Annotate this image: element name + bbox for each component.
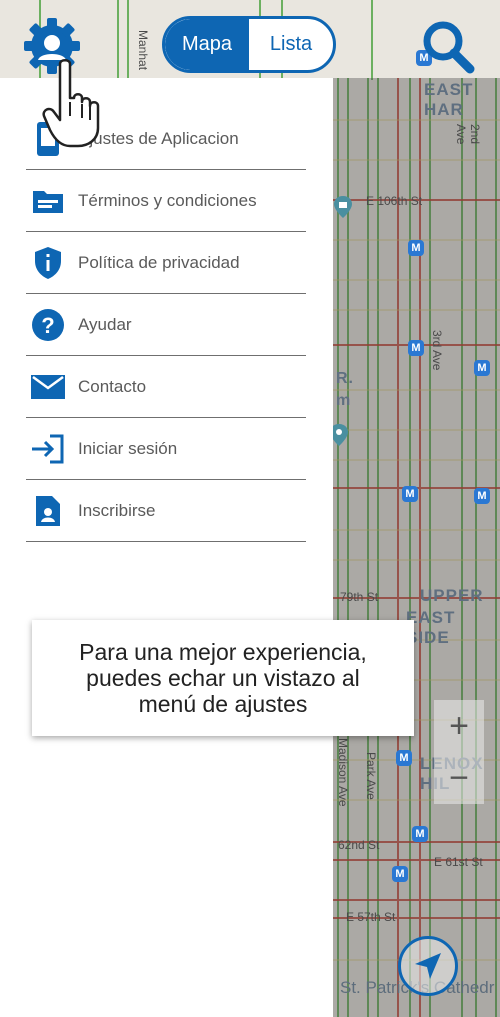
my-location-button[interactable] (398, 936, 458, 996)
map-label-upper: UPPER (420, 586, 484, 605)
search-icon[interactable] (418, 18, 476, 74)
map-label-manhattan: Manhat (136, 30, 150, 71)
menu-item-label: Contacto (78, 376, 147, 396)
menu-item-help[interactable]: ? Ayudar (26, 294, 306, 356)
tooltip-line-2: puedes echar un vistazo al (86, 665, 360, 691)
metro-icon[interactable]: M (402, 486, 418, 502)
metro-icon[interactable]: M (396, 750, 412, 766)
menu-item-privacy[interactable]: Política de privacidad (26, 232, 306, 294)
map-label-79th: 79th St (340, 590, 379, 604)
signup-document-icon (28, 491, 68, 531)
view-toggle[interactable]: Mapa Lista (162, 16, 336, 73)
menu-item-login[interactable]: Iniciar sesión (26, 418, 306, 480)
tooltip-line-1: Para una mejor experiencia, (79, 639, 367, 665)
menu-item-terms[interactable]: Términos y condiciones (26, 170, 306, 232)
museum-pin-icon[interactable] (334, 196, 352, 218)
menu-item-label: Ayudar (78, 314, 132, 334)
metro-icon[interactable]: M (412, 826, 428, 842)
onboarding-tooltip: Para una mejor experiencia, puedes echar… (32, 620, 414, 736)
map-label-3rd-ave: 3rd Ave (430, 330, 444, 371)
map-label-r: R. (336, 370, 354, 387)
map-label-madison: Madison Ave (336, 738, 350, 807)
map-label-62nd: 62nd St (338, 838, 380, 852)
menu-item-contact[interactable]: Contacto (26, 356, 306, 418)
help-circle-icon: ? (28, 305, 68, 345)
toggle-map-button[interactable]: Mapa (165, 19, 249, 70)
metro-icon[interactable]: M (474, 360, 490, 376)
metro-icon[interactable]: M (408, 240, 424, 256)
menu-item-label: Inscribirse (78, 500, 156, 520)
metro-icon[interactable]: M (408, 340, 424, 356)
settings-drawer: Ajustes de Aplicacion Términos y condici… (0, 78, 333, 1017)
map-label-east-harlem: EAST HAR (424, 80, 474, 119)
map-label-e106: E 106th St (366, 194, 423, 208)
map-label-m: m (336, 392, 352, 409)
svg-text:?: ? (41, 313, 54, 338)
zoom-out-button[interactable]: − (434, 752, 484, 804)
zoom-controls: + − (434, 700, 484, 804)
menu-item-signup[interactable]: Inscribirse (26, 480, 306, 542)
shield-info-icon (28, 243, 68, 283)
tooltip-line-3: menú de ajustes (138, 691, 308, 717)
map-label-e61: E 61st St (434, 855, 483, 869)
folder-icon (28, 181, 68, 221)
navigation-arrow-icon (415, 953, 441, 979)
map-label-park-ave: Park Ave (364, 752, 378, 800)
map-label-east-side: EAST SIDE (406, 608, 456, 647)
metro-icon[interactable]: M (474, 488, 490, 504)
mail-icon (28, 367, 68, 407)
map-label-2nd-ave: 2nd Ave (454, 124, 482, 145)
menu-item-label: Iniciar sesión (78, 438, 178, 458)
toggle-list-button[interactable]: Lista (249, 19, 333, 70)
pointing-hand-icon (42, 59, 100, 148)
login-icon (28, 429, 68, 469)
map-label-e57: E 57th St (346, 910, 396, 924)
metro-icon[interactable]: M (392, 866, 408, 882)
zoom-in-button[interactable]: + (434, 700, 484, 752)
menu-item-label: Términos y condiciones (78, 190, 257, 210)
menu-item-label: Política de privacidad (78, 252, 240, 272)
